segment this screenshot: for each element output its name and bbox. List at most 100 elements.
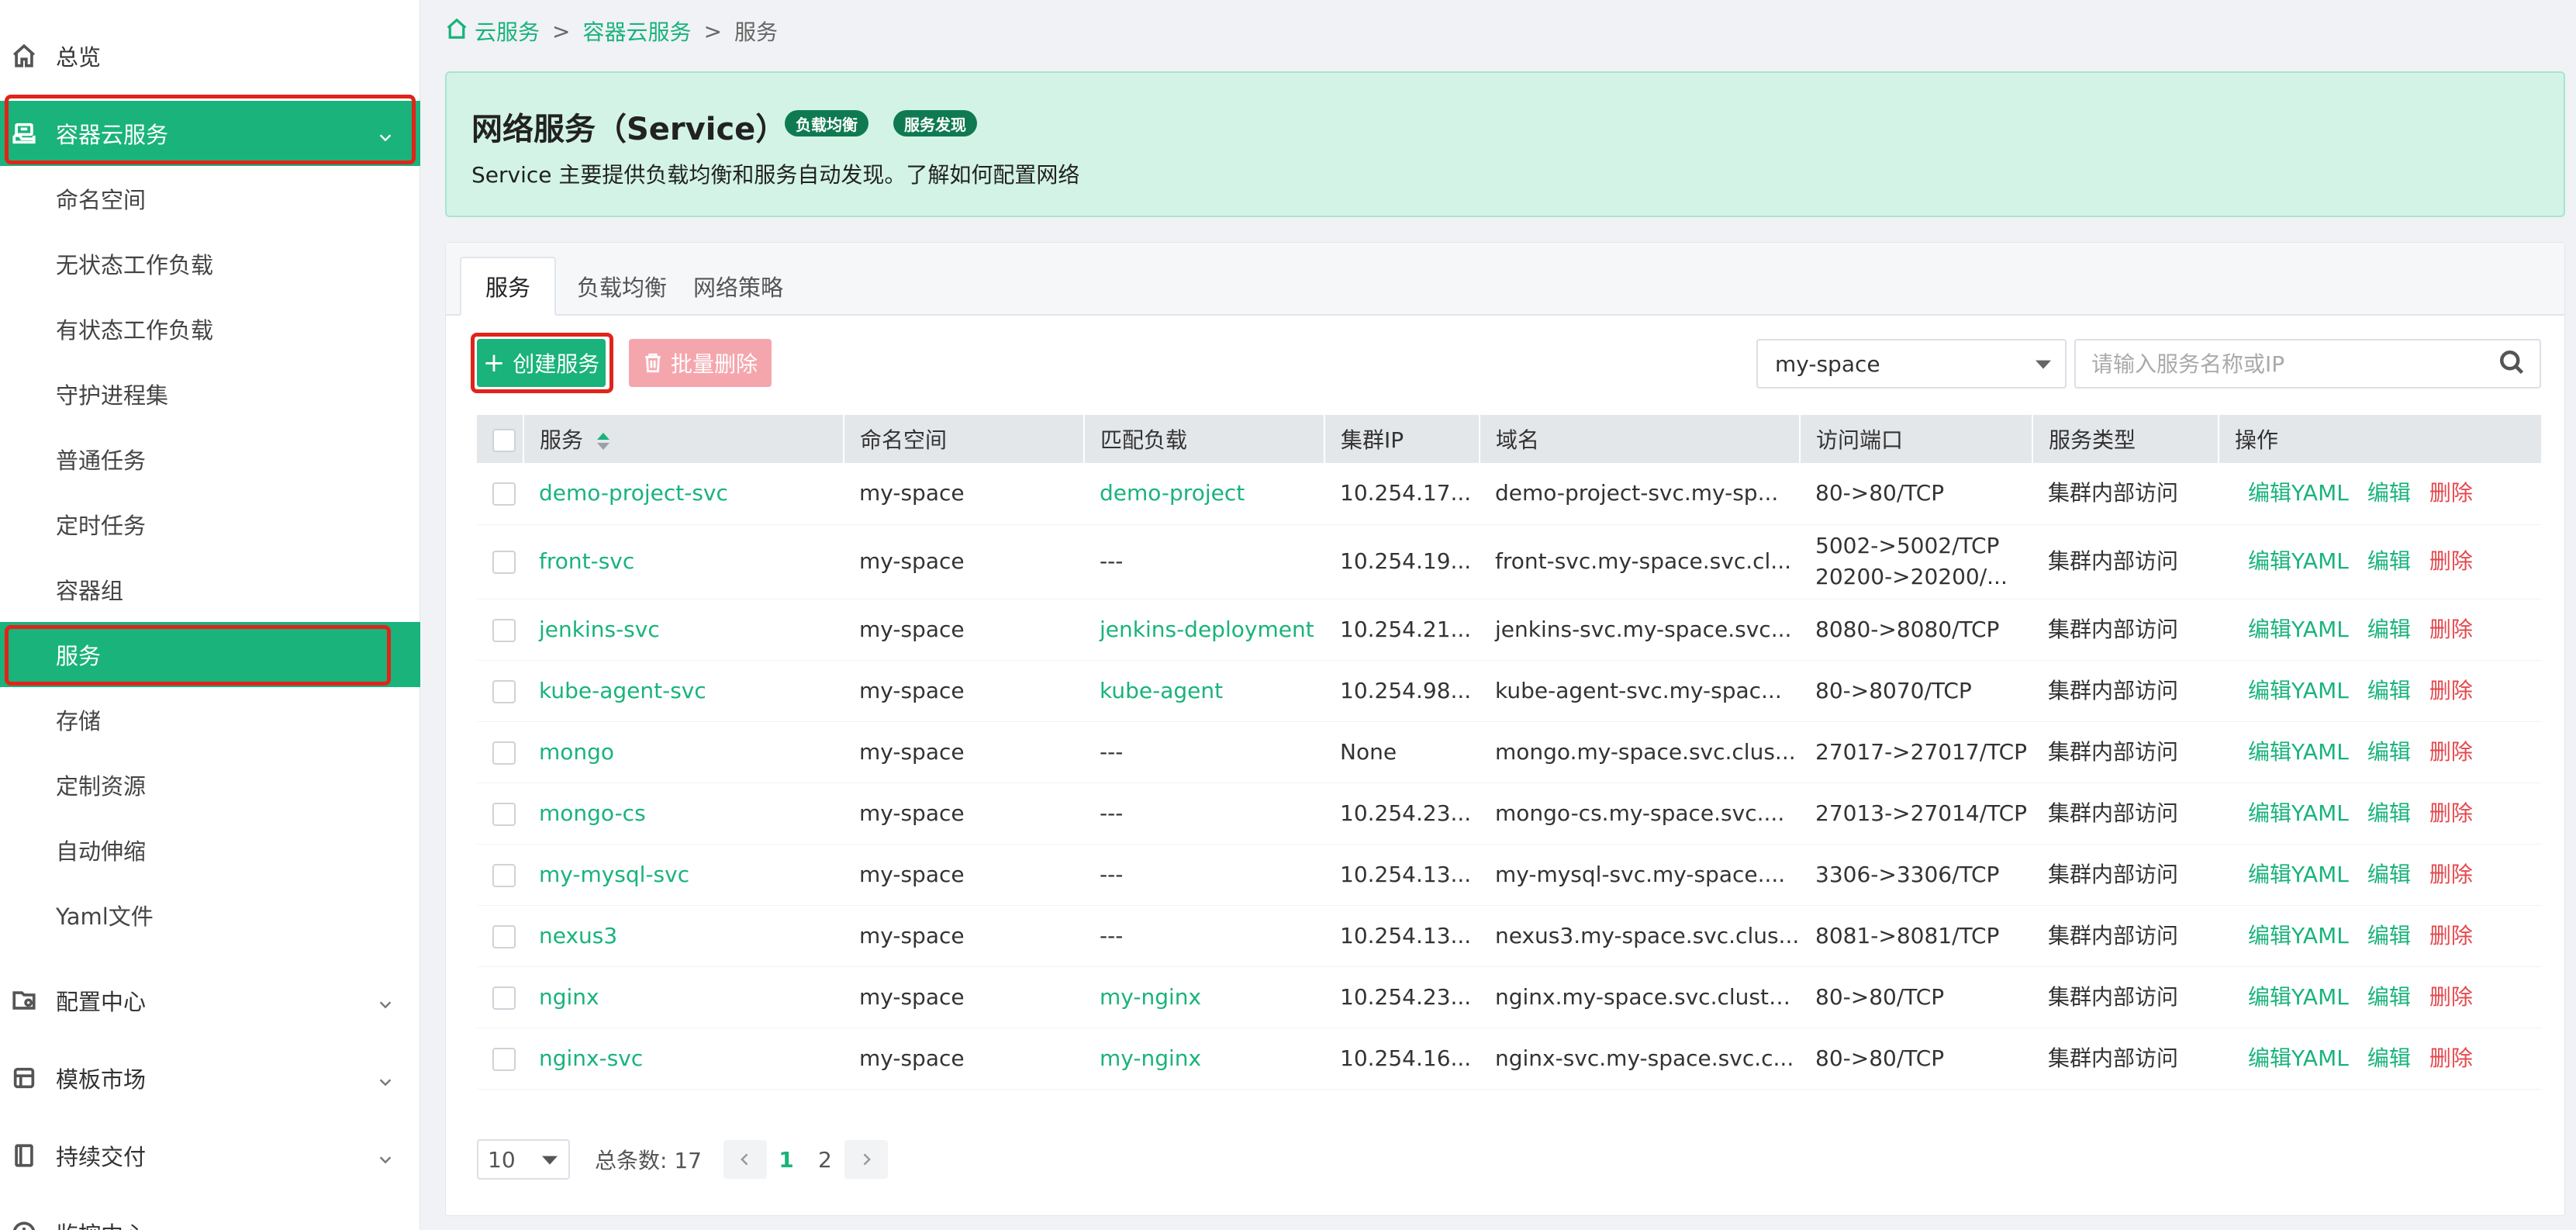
delete-link[interactable]: 删除	[2429, 480, 2473, 506]
edit-yaml-link[interactable]: 编辑YAML	[2248, 923, 2349, 948]
row-checkbox-cell	[477, 660, 523, 721]
edit-yaml-link[interactable]: 编辑YAML	[2248, 739, 2349, 765]
row-checkbox[interactable]	[492, 551, 516, 574]
cluster-ip-cell: 10.254.19...	[1340, 548, 1472, 574]
column-header-service[interactable]: 服务	[523, 415, 844, 463]
search-input[interactable]	[2076, 342, 2479, 385]
edit-yaml-link[interactable]: 编辑YAML	[2248, 1045, 2349, 1071]
sidebar-item-cronjobs[interactable]: 定时任务	[0, 492, 420, 557]
delete-link[interactable]: 删除	[2429, 678, 2473, 703]
tab-load-balance[interactable]: 负载均衡	[570, 257, 674, 316]
row-checkbox[interactable]	[492, 679, 516, 703]
delete-link[interactable]: 删除	[2429, 800, 2473, 826]
app-root: 总览 容器云服务 命名空间 无状态工作负载 有状态工作负载 守护进程集 普通任务…	[0, 0, 2576, 1230]
delete-link[interactable]: 删除	[2429, 739, 2473, 765]
row-checkbox[interactable]	[492, 482, 516, 506]
workload-cell[interactable]: jenkins-deployment	[1084, 599, 1324, 660]
prev-page-button[interactable]	[723, 1140, 767, 1179]
chevron-down-icon	[377, 1147, 394, 1164]
sidebar-item-namespace[interactable]: 命名空间	[0, 166, 420, 231]
delete-link[interactable]: 删除	[2429, 862, 2473, 887]
sidebar-item-daemonsets[interactable]: 守护进程集	[0, 361, 420, 427]
service-name-link[interactable]: nginx	[523, 966, 844, 1028]
next-page-button[interactable]	[844, 1140, 888, 1179]
batch-delete-button[interactable]: 批量删除	[629, 339, 772, 387]
row-checkbox[interactable]	[492, 618, 516, 642]
sidebar-item-statefulsets[interactable]: 有状态工作负载	[0, 296, 420, 361]
row-checkbox[interactable]	[492, 741, 516, 765]
service-type-cell: 集群内部访问	[2048, 480, 2179, 506]
service-name-link[interactable]: nexus3	[523, 905, 844, 966]
sidebar-item-storage[interactable]: 存储	[0, 687, 420, 752]
service-name-link[interactable]: nginx-svc	[523, 1028, 844, 1089]
service-name-link[interactable]: jenkins-svc	[523, 599, 844, 660]
delete-link[interactable]: 删除	[2429, 923, 2473, 948]
sidebar-item-template-market[interactable]: 模板市场	[0, 1045, 420, 1111]
sidebar-item-config-center[interactable]: 配置中心	[0, 968, 420, 1033]
workload-cell[interactable]: my-nginx	[1084, 1028, 1324, 1089]
delete-link[interactable]: 删除	[2429, 1045, 2473, 1071]
edit-link[interactable]: 编辑	[2367, 739, 2411, 765]
page-size-select[interactable]: 10	[477, 1139, 570, 1180]
edit-link[interactable]: 编辑	[2367, 923, 2411, 948]
edit-yaml-link[interactable]: 编辑YAML	[2248, 862, 2349, 887]
workload-cell[interactable]: my-nginx	[1084, 966, 1324, 1028]
service-name-link[interactable]: my-mysql-svc	[523, 844, 844, 905]
edit-link[interactable]: 编辑	[2367, 480, 2411, 506]
row-checkbox[interactable]	[492, 924, 516, 948]
tab-services[interactable]: 服务	[460, 257, 556, 316]
sort-icon[interactable]	[597, 433, 610, 450]
sidebar-item-continuous-delivery[interactable]: 持续交付	[0, 1123, 420, 1188]
sidebar-item-autoscaling[interactable]: 自动伸缩	[0, 817, 420, 883]
delete-link[interactable]: 删除	[2429, 617, 2473, 642]
sidebar-item-jobs[interactable]: 普通任务	[0, 427, 420, 492]
column-header-cluster-ip: 集群IP	[1324, 415, 1480, 463]
edit-yaml-link[interactable]: 编辑YAML	[2248, 548, 2349, 574]
service-name-link[interactable]: front-svc	[523, 524, 844, 599]
breadcrumb-link-cloud[interactable]: 云服务	[475, 16, 540, 47]
row-checkbox[interactable]	[492, 863, 516, 887]
search-icon[interactable]	[2498, 348, 2526, 379]
breadcrumb-link-container-cloud[interactable]: 容器云服务	[582, 16, 691, 47]
edit-link[interactable]: 编辑	[2367, 548, 2411, 574]
edit-yaml-link[interactable]: 编辑YAML	[2248, 678, 2349, 703]
edit-link[interactable]: 编辑	[2367, 678, 2411, 703]
page-2-button[interactable]: 2	[806, 1147, 844, 1173]
page-1-button[interactable]: 1	[767, 1147, 806, 1173]
select-all-checkbox[interactable]	[492, 428, 516, 452]
delete-link[interactable]: 删除	[2429, 984, 2473, 1010]
sidebar-item-container-cloud[interactable]: 容器云服务	[0, 101, 420, 166]
service-name-link[interactable]: mongo-cs	[523, 783, 844, 844]
edit-link[interactable]: 编辑	[2367, 1045, 2411, 1071]
edit-link[interactable]: 编辑	[2367, 617, 2411, 642]
service-name-link[interactable]: mongo	[523, 721, 844, 783]
edit-link[interactable]: 编辑	[2367, 984, 2411, 1010]
row-checkbox[interactable]	[492, 986, 516, 1010]
tab-network-policy[interactable]: 网络策略	[686, 257, 790, 316]
edit-yaml-link[interactable]: 编辑YAML	[2248, 480, 2349, 506]
edit-link[interactable]: 编辑	[2367, 862, 2411, 887]
edit-link[interactable]: 编辑	[2367, 800, 2411, 826]
sidebar-item-monitor-center[interactable]: 监控中心	[0, 1201, 420, 1230]
service-name-link[interactable]: kube-agent-svc	[523, 660, 844, 721]
row-checkbox[interactable]	[492, 802, 516, 826]
edit-yaml-link[interactable]: 编辑YAML	[2248, 800, 2349, 826]
delete-link[interactable]: 删除	[2429, 548, 2473, 574]
workload-cell[interactable]: kube-agent	[1084, 660, 1324, 721]
sidebar-item-overview[interactable]: 总览	[0, 23, 420, 88]
edit-yaml-link[interactable]: 编辑YAML	[2248, 984, 2349, 1010]
services-panel: 服务 负载均衡 网络策略 + 创建服务 批量删除 my-space 请输入服务名…	[445, 242, 2565, 1216]
sidebar: 总览 容器云服务 命名空间 无状态工作负载 有状态工作负载 守护进程集 普通任务…	[0, 0, 420, 1230]
row-checkbox[interactable]	[492, 1047, 516, 1071]
edit-yaml-link[interactable]: 编辑YAML	[2248, 617, 2349, 642]
sidebar-item-services[interactable]: 服务	[0, 622, 420, 687]
sidebar-item-deployments[interactable]: 无状态工作负载	[0, 231, 420, 296]
namespace-select[interactable]: my-space	[1756, 339, 2067, 389]
sidebar-item-custom-resources[interactable]: 定制资源	[0, 752, 420, 817]
domain-cell: demo-project-svc.my-sp...	[1495, 480, 1779, 506]
workload-cell[interactable]: demo-project	[1084, 463, 1324, 524]
sidebar-item-pods[interactable]: 容器组	[0, 557, 420, 622]
service-name-link[interactable]: demo-project-svc	[523, 463, 844, 524]
create-service-button[interactable]: + 创建服务	[477, 339, 606, 387]
sidebar-item-yaml-files[interactable]: Yaml文件	[0, 883, 420, 948]
